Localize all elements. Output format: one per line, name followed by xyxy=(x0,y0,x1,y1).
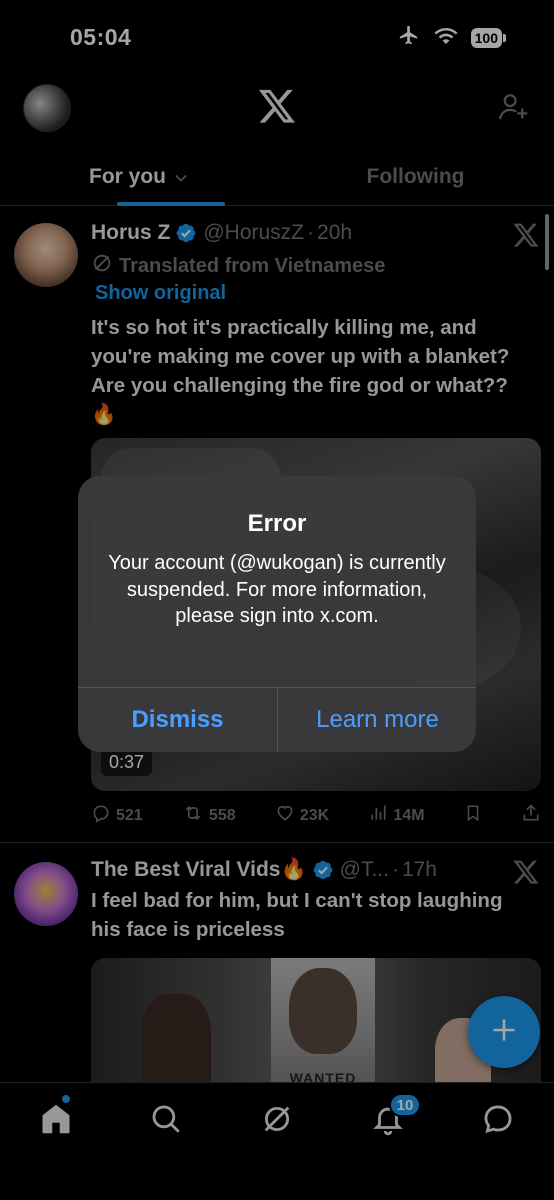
dismiss-button[interactable]: Dismiss xyxy=(78,688,277,752)
error-alert-dialog: Error Your account (@wukogan) is current… xyxy=(78,476,476,752)
learn-more-button[interactable]: Learn more xyxy=(278,688,476,752)
alert-title: Error xyxy=(247,510,307,537)
alert-message: Your account (@wukogan) is currently sus… xyxy=(108,552,446,627)
